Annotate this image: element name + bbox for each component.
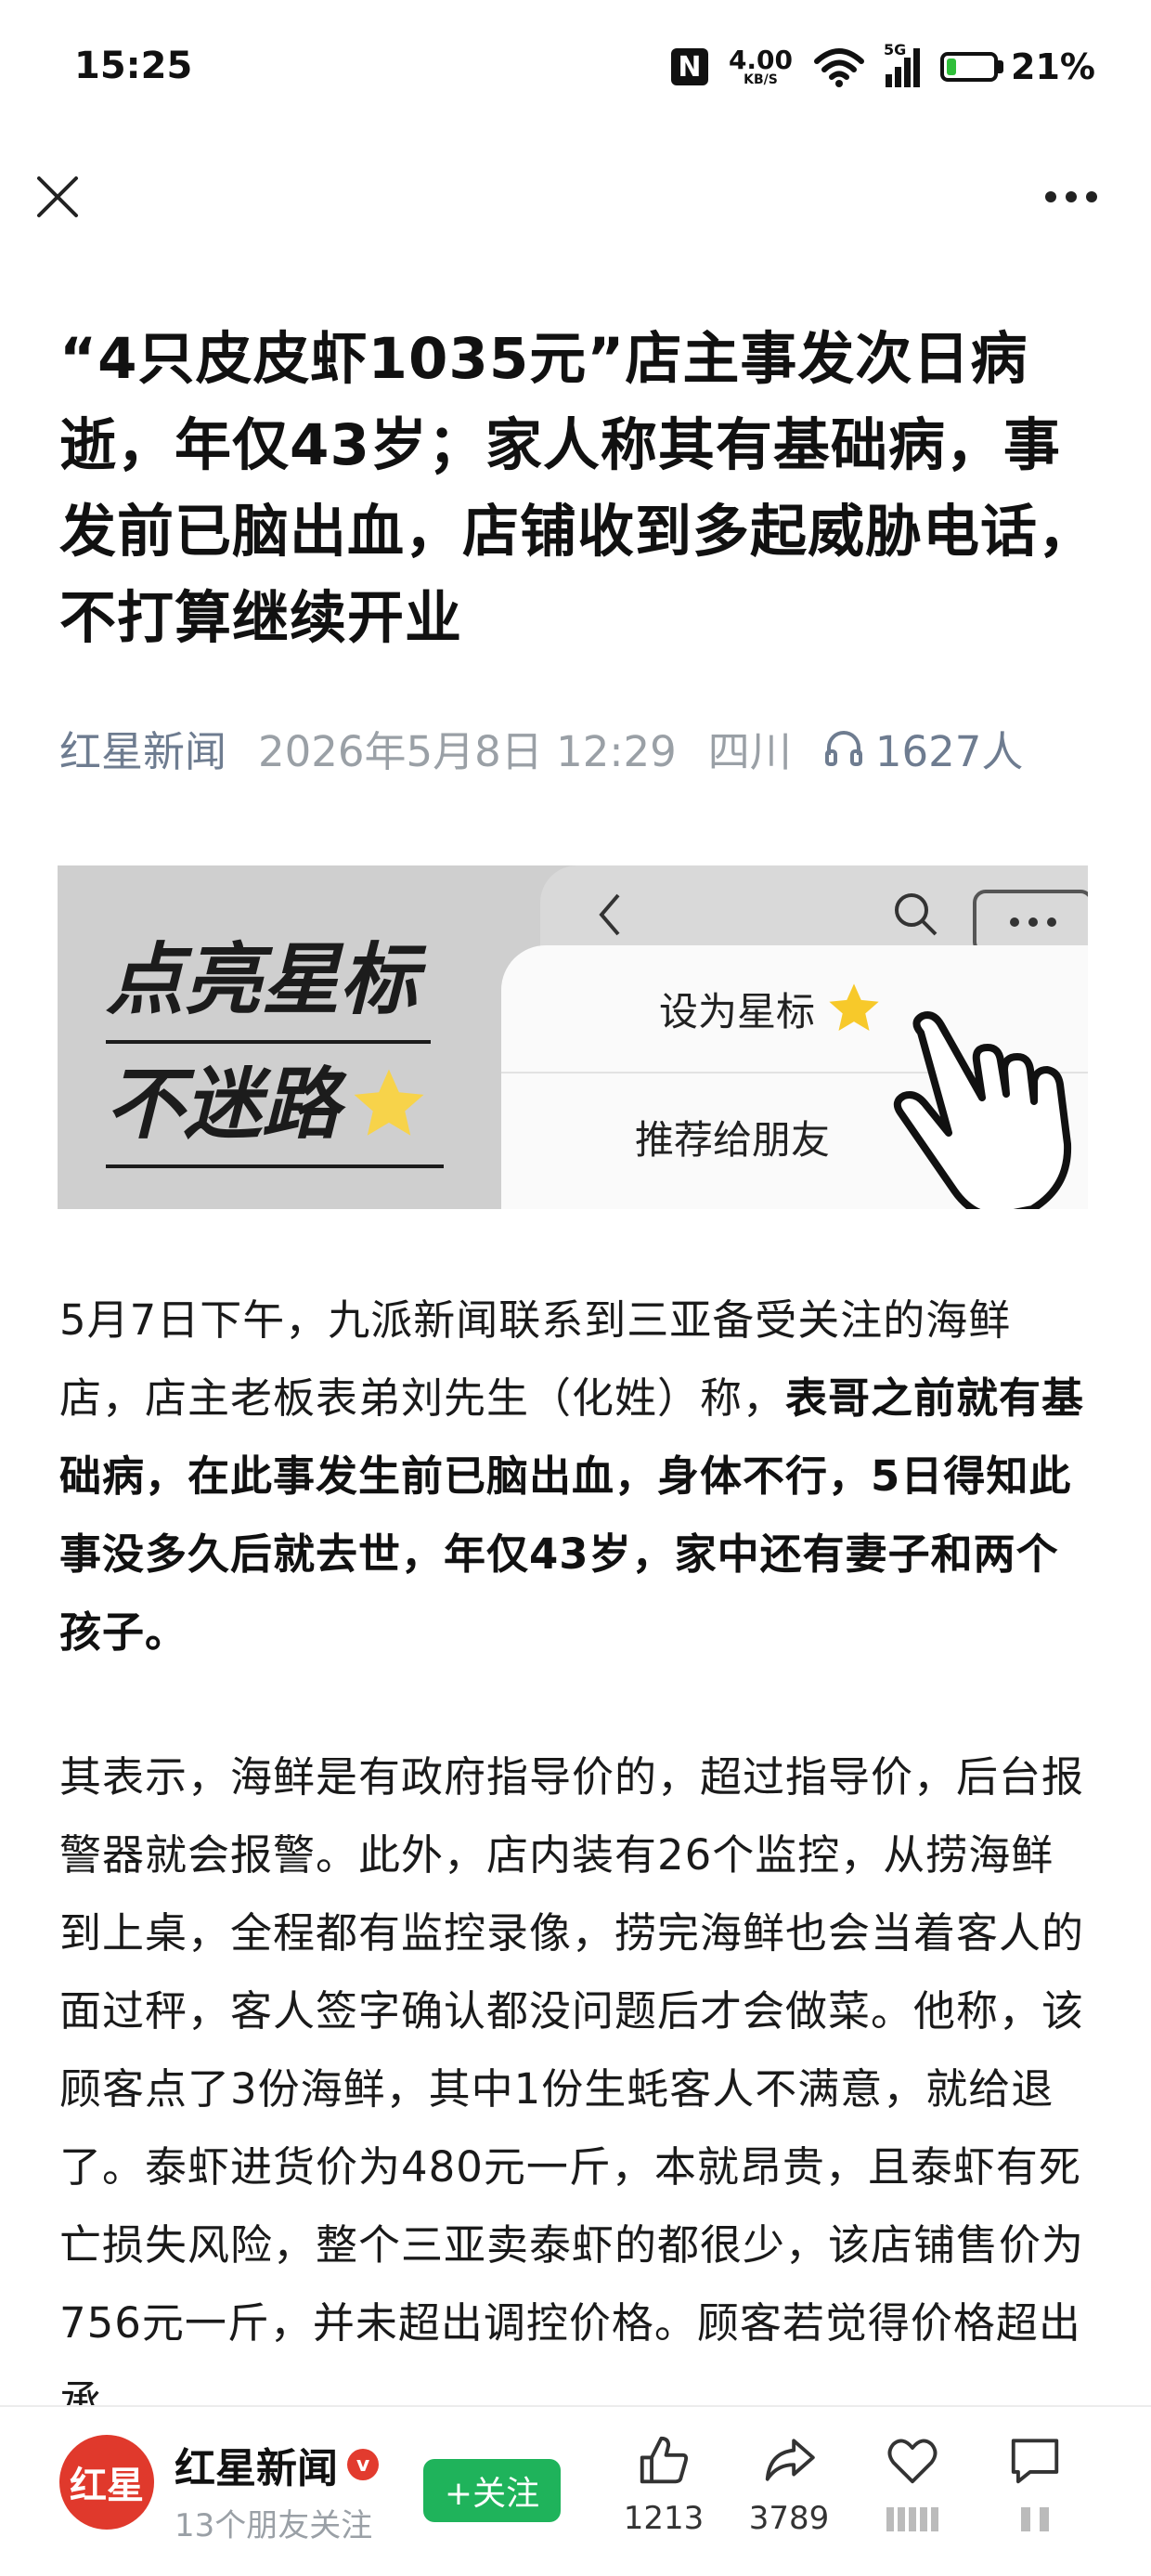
article-meta: 红星新闻 2026年5月8日 12:29 四川 1627人 (59, 715, 1023, 780)
star-icon (829, 983, 879, 1031)
banner-menu-item-star-label: 设为星标 (659, 988, 816, 1034)
signal-5g-label: 5G (884, 41, 907, 59)
share-button[interactable]: 3789 (738, 2431, 840, 2537)
close-button[interactable] (33, 173, 82, 221)
verified-badge: v (347, 2449, 379, 2480)
like-button[interactable]: 1213 (613, 2431, 715, 2537)
account-avatar[interactable]: 红星 (59, 2435, 154, 2530)
signal-bar-icon (913, 48, 921, 87)
star-icon (354, 1069, 424, 1136)
banner-slogan-line1: 点亮星标 (106, 919, 432, 1044)
banner-menu-item-recommend: 推荐给朋友 (635, 1117, 831, 1163)
favorite-button[interactable] (861, 2431, 963, 2531)
battery-icon (940, 52, 999, 82)
status-icons: N 4.00 KB/S 5G 21% (670, 41, 1095, 93)
article-paragraph-2: 其表示，海鲜是有政府指导价的，超过指导价，后台报警器就会报警。此外，店内装有26… (59, 1752, 1085, 2426)
comment-button[interactable] (984, 2431, 1086, 2531)
article-source-link[interactable]: 红星新闻 (59, 718, 226, 778)
bottom-action-bar: 红星 红星新闻 v 13个朋友关注 +关注 1213 3789 (0, 2405, 1151, 2576)
battery-percent: 21% (1011, 46, 1095, 87)
account-name-text: 红星新闻 (175, 2445, 338, 2492)
article-region: 四川 (707, 726, 792, 776)
comment-count-obscured (1021, 2507, 1049, 2531)
banner-slogan: 点亮星标 不迷路 (106, 919, 445, 1168)
status-bar: 15:25 N 4.00 KB/S 5G 21% (0, 0, 1151, 139)
cell-signal: 5G (884, 41, 921, 87)
pointing-hand-icon (893, 1011, 1072, 1209)
star-banner-image: 点亮星标 不迷路 设为星标 推荐给朋友 (58, 865, 1088, 1209)
favorite-count-obscured (886, 2507, 938, 2531)
article-datetime: 2026年5月8日 12:29 (258, 726, 677, 776)
battery-level-fill (947, 59, 957, 75)
network-speed-value: 4.00 (728, 45, 794, 75)
network-speed: 4.00 KB/S (728, 45, 794, 87)
search-icon (895, 893, 938, 936)
comment-bubble-icon (1011, 2439, 1059, 2484)
heart-icon (887, 2439, 938, 2484)
banner-slogan-line2-text: 不迷路 (106, 1058, 341, 1150)
wifi-icon (814, 48, 865, 87)
headphones-icon (824, 731, 862, 766)
article-paragraph-1: 5月7日下午，九派新闻联系到三亚备受关注的海鲜店，店主老板表弟刘先生（化姓）称，… (59, 1281, 1092, 1672)
banner-toolbar (540, 865, 1088, 955)
nfc-icon: N (670, 48, 708, 85)
signal-bar-icon (886, 74, 893, 87)
status-time: 15:25 (74, 45, 193, 87)
friends-following-count: 13个朋友关注 (175, 2507, 373, 2544)
share-count: 3789 (748, 2500, 830, 2537)
banner-slogan-line2: 不迷路 (106, 1044, 445, 1168)
signal-bar-icon (895, 67, 902, 87)
back-chevron-icon (599, 893, 620, 936)
more-icon (1045, 191, 1097, 202)
follow-button[interactable]: +关注 (423, 2459, 561, 2522)
listen-button[interactable]: 1627人 (823, 718, 1024, 778)
banner-menu-item-star: 设为星标 (659, 979, 884, 1038)
battery-tip (998, 60, 1004, 73)
more-options-button[interactable] (1043, 186, 1099, 208)
share-arrow-icon (765, 2439, 815, 2481)
thumbs-up-icon (640, 2436, 689, 2484)
network-speed-unit: KB/S (744, 72, 778, 87)
close-icon (37, 176, 78, 217)
listen-count: 1627人 (874, 726, 1024, 776)
account-name[interactable]: 红星新闻 v (175, 2435, 379, 2494)
signal-bar-icon (904, 58, 912, 87)
battery-indicator: 21% (940, 46, 1095, 87)
article-headline: “4只皮皮虾1035元”店主事发次日病逝，年仅43岁；家人称其有基础病，事发前已… (59, 326, 1096, 651)
like-count: 1213 (623, 2500, 705, 2537)
